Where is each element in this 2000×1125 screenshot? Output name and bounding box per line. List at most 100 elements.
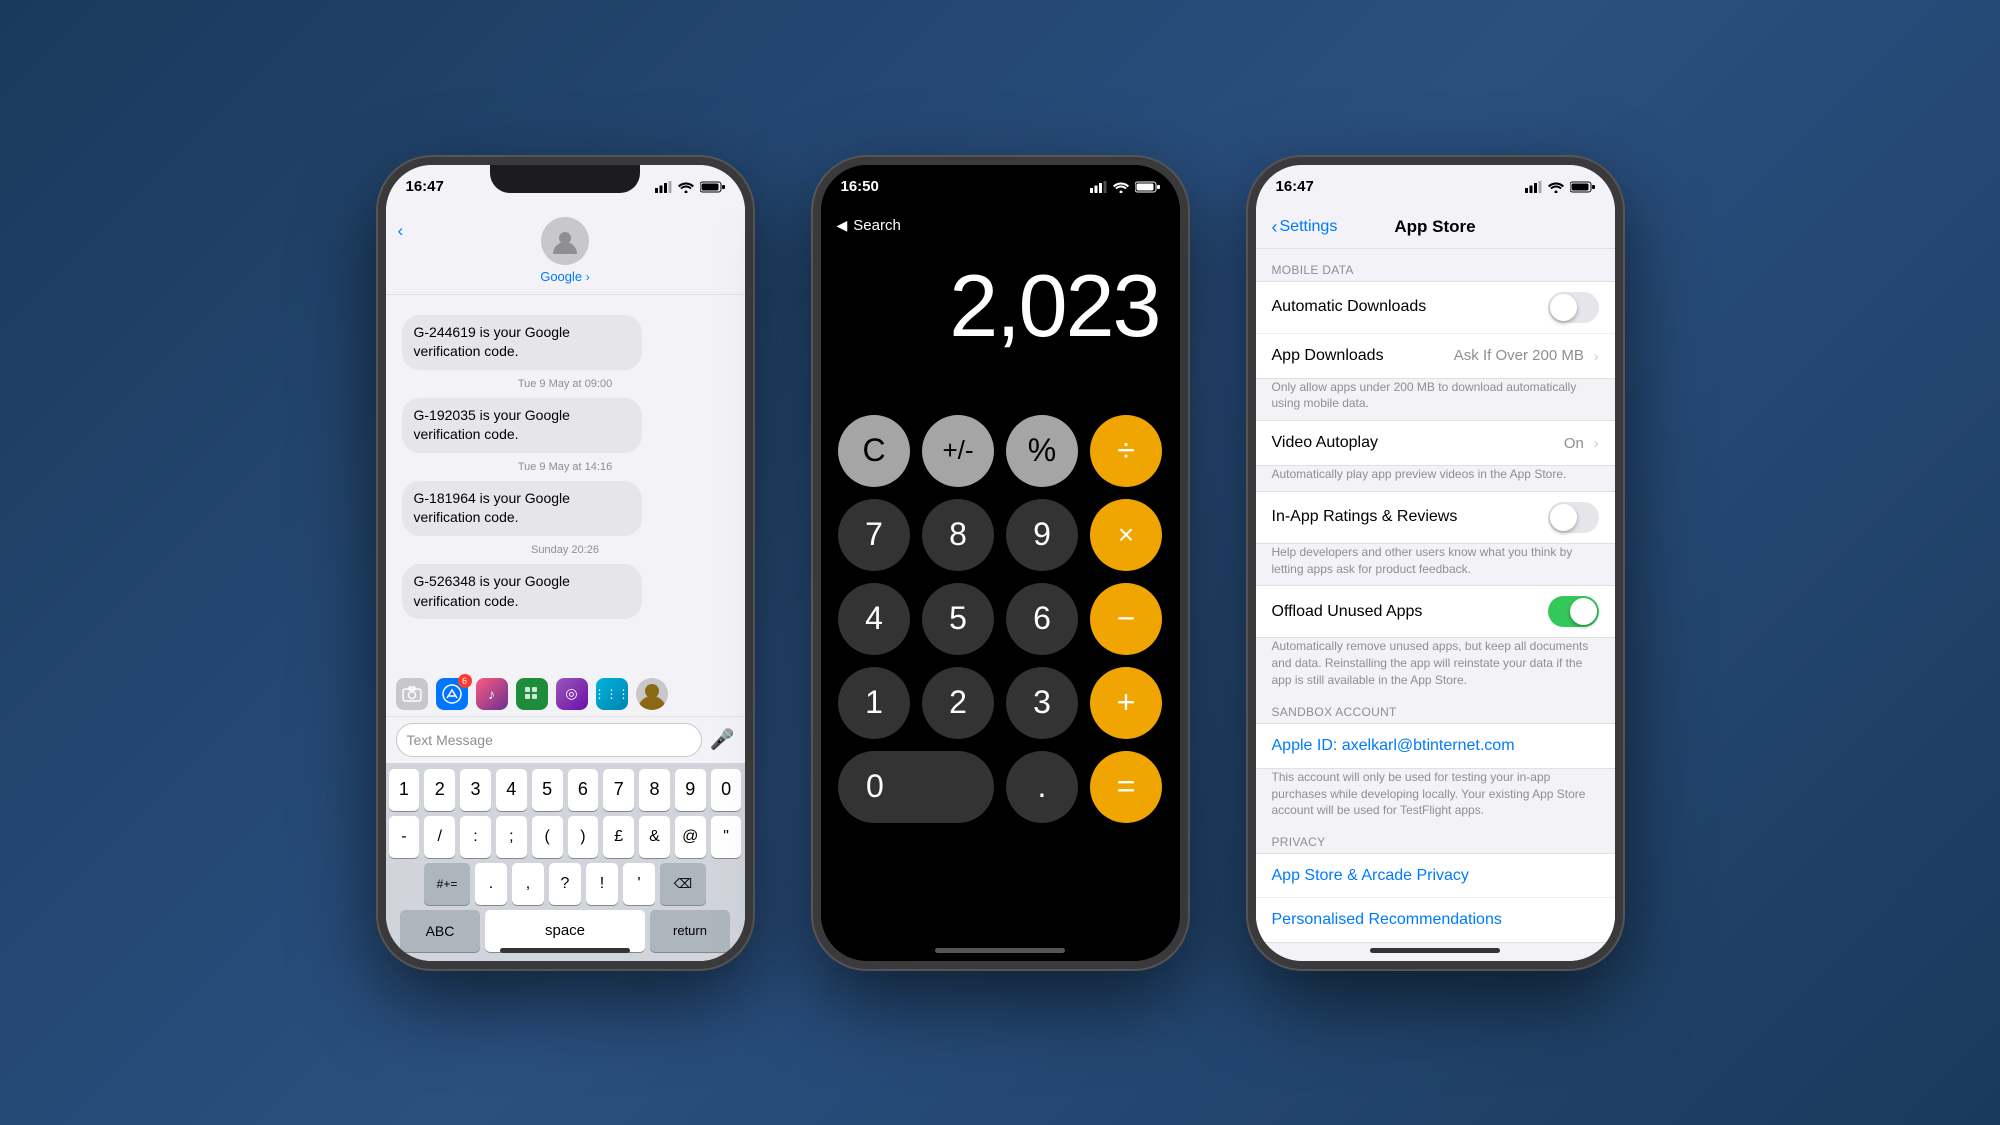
in-app-ratings-card: In-App Ratings & Reviews bbox=[1256, 491, 1615, 544]
key-at[interactable]: @ bbox=[675, 816, 706, 858]
key-question[interactable]: ? bbox=[549, 863, 581, 905]
app-downloads-value: Ask If Over 200 MB bbox=[1454, 347, 1584, 364]
calc-btn-2[interactable]: 2 bbox=[922, 667, 994, 739]
privacy-card: App Store & Arcade Privacy Personalised … bbox=[1256, 853, 1615, 943]
settings-side-btn[interactable] bbox=[1621, 325, 1623, 385]
key-comma[interactable]: , bbox=[512, 863, 544, 905]
personalised-row[interactable]: Personalised Recommendations bbox=[1256, 898, 1615, 942]
key-open-paren[interactable]: ( bbox=[532, 816, 563, 858]
privacy-label: PRIVACY bbox=[1256, 827, 1615, 853]
vol-down-button[interactable] bbox=[378, 360, 380, 400]
timestamp-1: Tue 9 May at 09:00 bbox=[402, 378, 729, 390]
key-exclaim[interactable]: ! bbox=[586, 863, 618, 905]
camera-icon[interactable] bbox=[396, 678, 428, 710]
arcade-privacy-row[interactable]: App Store & Arcade Privacy bbox=[1256, 854, 1615, 898]
automatic-downloads-toggle[interactable] bbox=[1548, 292, 1599, 323]
special-row: #+= . , ? ! ' ⌫ bbox=[389, 863, 742, 905]
text-input-row: Text Message 🎤 bbox=[386, 717, 745, 763]
key-semicolon[interactable]: ; bbox=[496, 816, 527, 858]
phone-settings: 16:47 ‹ Settings App S bbox=[1248, 157, 1623, 969]
key-ampersand[interactable]: & bbox=[639, 816, 670, 858]
settings-vol-up[interactable] bbox=[1248, 305, 1250, 345]
side-button[interactable] bbox=[751, 325, 753, 385]
appstore-icon[interactable]: 6 bbox=[436, 678, 468, 710]
personalised-label: Personalised Recommendations bbox=[1272, 911, 1502, 929]
podcasts-icon[interactable]: ◎ bbox=[556, 678, 588, 710]
calc-btn-4[interactable]: 4 bbox=[838, 583, 910, 655]
settings-vol-down[interactable] bbox=[1248, 360, 1250, 400]
key-5[interactable]: 5 bbox=[532, 769, 563, 811]
calc-btn-1[interactable]: 1 bbox=[838, 667, 910, 739]
key-0[interactable]: 0 bbox=[711, 769, 742, 811]
calc-btn-posneg[interactable]: +/- bbox=[922, 415, 994, 487]
vol-up-button[interactable] bbox=[378, 305, 380, 345]
key-close-paren[interactable]: ) bbox=[568, 816, 599, 858]
calc-btn-3[interactable]: 3 bbox=[1006, 667, 1078, 739]
calc-btn-7[interactable]: 7 bbox=[838, 499, 910, 571]
calc-btn-equals[interactable]: = bbox=[1090, 751, 1162, 823]
key-return[interactable]: return bbox=[650, 910, 730, 952]
key-apostrophe[interactable]: ' bbox=[623, 863, 655, 905]
siri-icon[interactable]: ⋮⋮⋮ bbox=[596, 678, 628, 710]
key-slash[interactable]: / bbox=[424, 816, 455, 858]
calc-btn-9[interactable]: 9 bbox=[1006, 499, 1078, 571]
key-6[interactable]: 6 bbox=[568, 769, 599, 811]
apple-id-label: Apple ID: axelkarl@btinternet.com bbox=[1272, 737, 1515, 755]
app-downloads-desc: Only allow apps under 200 MB to download… bbox=[1256, 379, 1615, 421]
settings-body: MOBILE DATA Automatic Downloads App Down… bbox=[1256, 255, 1615, 961]
calc-btn-minus[interactable]: − bbox=[1090, 583, 1162, 655]
calc-vol-down[interactable] bbox=[813, 360, 815, 400]
apple-id-row[interactable]: Apple ID: axelkarl@btinternet.com bbox=[1256, 724, 1615, 768]
key-delete[interactable]: ⌫ bbox=[660, 863, 706, 905]
key-dash[interactable]: - bbox=[389, 816, 420, 858]
settings-page-title: App Store bbox=[1394, 217, 1475, 237]
calc-btn-decimal[interactable]: . bbox=[1006, 751, 1078, 823]
calc-side-btn[interactable] bbox=[1186, 325, 1188, 385]
key-1[interactable]: 1 bbox=[389, 769, 420, 811]
in-app-ratings-toggle[interactable] bbox=[1548, 502, 1599, 533]
calc-row-4: 1 2 3 + bbox=[837, 667, 1164, 739]
calc-btn-5[interactable]: 5 bbox=[922, 583, 994, 655]
calc-btn-8[interactable]: 8 bbox=[922, 499, 994, 571]
offload-toggle[interactable] bbox=[1548, 596, 1599, 627]
calc-search-label[interactable]: Search bbox=[853, 217, 901, 234]
calc-btn-percent[interactable]: % bbox=[1006, 415, 1078, 487]
calc-btn-multiply[interactable]: × bbox=[1090, 499, 1162, 571]
avatar-icon[interactable] bbox=[636, 678, 668, 710]
key-pound[interactable]: £ bbox=[603, 816, 634, 858]
key-3[interactable]: 3 bbox=[460, 769, 491, 811]
calc-btn-plus[interactable]: + bbox=[1090, 667, 1162, 739]
calc-btn-divide[interactable]: ÷ bbox=[1090, 415, 1162, 487]
contact-name[interactable]: Google › bbox=[540, 269, 590, 284]
key-colon[interactable]: : bbox=[460, 816, 491, 858]
status-time: 16:47 bbox=[406, 178, 444, 195]
badge: 6 bbox=[458, 674, 472, 688]
settings-back-button[interactable]: ‹ Settings bbox=[1272, 217, 1338, 238]
calc-btn-0[interactable]: 0 bbox=[838, 751, 994, 823]
key-7[interactable]: 7 bbox=[603, 769, 634, 811]
video-autoplay-row[interactable]: Video Autoplay On › bbox=[1256, 421, 1615, 465]
phone-messages: 16:47 ‹ bbox=[378, 157, 753, 969]
calc-buttons: C +/- % ÷ 7 8 9 × 4 5 6 − 1 2 3 + 0 . bbox=[821, 415, 1180, 835]
calc-btn-clear[interactable]: C bbox=[838, 415, 910, 487]
key-9[interactable]: 9 bbox=[675, 769, 706, 811]
apple-id-desc: This account will only be used for testi… bbox=[1256, 769, 1615, 827]
app-downloads-row[interactable]: App Downloads Ask If Over 200 MB › bbox=[1256, 334, 1615, 378]
music-icon[interactable]: ♪ bbox=[476, 678, 508, 710]
message-input[interactable]: Text Message bbox=[396, 723, 702, 757]
calc-btn-6[interactable]: 6 bbox=[1006, 583, 1078, 655]
key-abc[interactable]: ABC bbox=[400, 910, 480, 952]
key-space[interactable]: space bbox=[485, 910, 645, 952]
key-8[interactable]: 8 bbox=[639, 769, 670, 811]
key-2[interactable]: 2 bbox=[424, 769, 455, 811]
key-4[interactable]: 4 bbox=[496, 769, 527, 811]
back-button[interactable]: ‹ bbox=[398, 221, 404, 241]
key-hashtag-plus[interactable]: #+= bbox=[424, 863, 470, 905]
key-period[interactable]: . bbox=[475, 863, 507, 905]
calc-vol-up[interactable] bbox=[813, 305, 815, 345]
mic-icon[interactable]: 🎤 bbox=[710, 727, 735, 752]
app-downloads-chevron: › bbox=[1594, 348, 1599, 364]
numbers-icon[interactable] bbox=[516, 678, 548, 710]
offload-desc: Automatically remove unused apps, but ke… bbox=[1256, 638, 1615, 696]
key-quote[interactable]: " bbox=[711, 816, 742, 858]
